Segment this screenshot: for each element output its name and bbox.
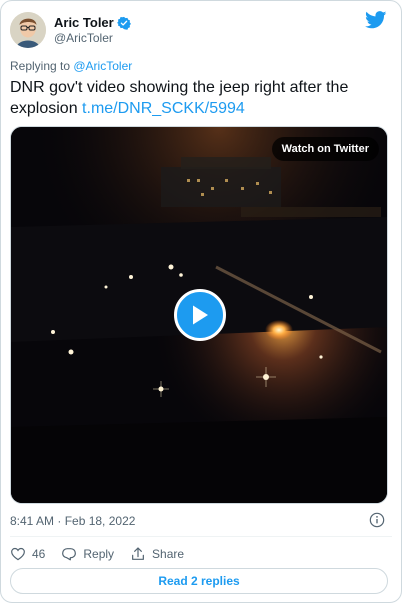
info-icon[interactable] (369, 512, 385, 528)
author-handle[interactable]: @AricToler (54, 31, 131, 46)
author-names: Aric Toler @AricToler (54, 15, 131, 46)
share-label: Share (152, 547, 185, 561)
play-button[interactable] (174, 289, 226, 341)
share-button[interactable]: Share (130, 546, 184, 562)
tweet-card: Aric Toler @AricToler Replying to @AricT… (0, 0, 402, 603)
divider (10, 536, 392, 537)
reply-button[interactable]: Reply (61, 546, 114, 562)
twitter-bird-icon[interactable] (365, 11, 387, 29)
reply-label: Reply (83, 547, 115, 561)
replying-to: Replying to @AricToler (10, 59, 132, 73)
read-replies-button[interactable]: Read 2 replies (10, 568, 388, 594)
avatar[interactable] (10, 12, 46, 48)
replying-target-link[interactable]: @AricToler (73, 59, 132, 73)
tweet-header: Aric Toler @AricToler (10, 10, 392, 50)
author-name-row: Aric Toler (54, 15, 131, 31)
like-button[interactable]: 46 (10, 546, 45, 562)
author-name[interactable]: Aric Toler (54, 15, 114, 31)
heart-icon (11, 547, 25, 561)
video-media[interactable]: Watch on Twitter (10, 126, 388, 504)
reply-icon (62, 548, 77, 561)
share-icon (132, 547, 144, 560)
replying-prefix: Replying to (10, 59, 74, 73)
tweet-actions: 46 Reply Share (10, 544, 200, 564)
tweet-link[interactable]: t.me/DNR_SCKK/5994 (82, 100, 245, 117)
verified-badge-icon (116, 16, 131, 30)
play-icon (193, 305, 208, 325)
watch-on-twitter-button[interactable]: Watch on Twitter (271, 137, 379, 161)
tweet-timestamp[interactable]: 8:41 AM · Feb 18, 2022 (10, 514, 135, 528)
tweet-text: DNR gov't video showing the jeep right a… (10, 77, 394, 119)
like-count: 46 (32, 547, 46, 561)
